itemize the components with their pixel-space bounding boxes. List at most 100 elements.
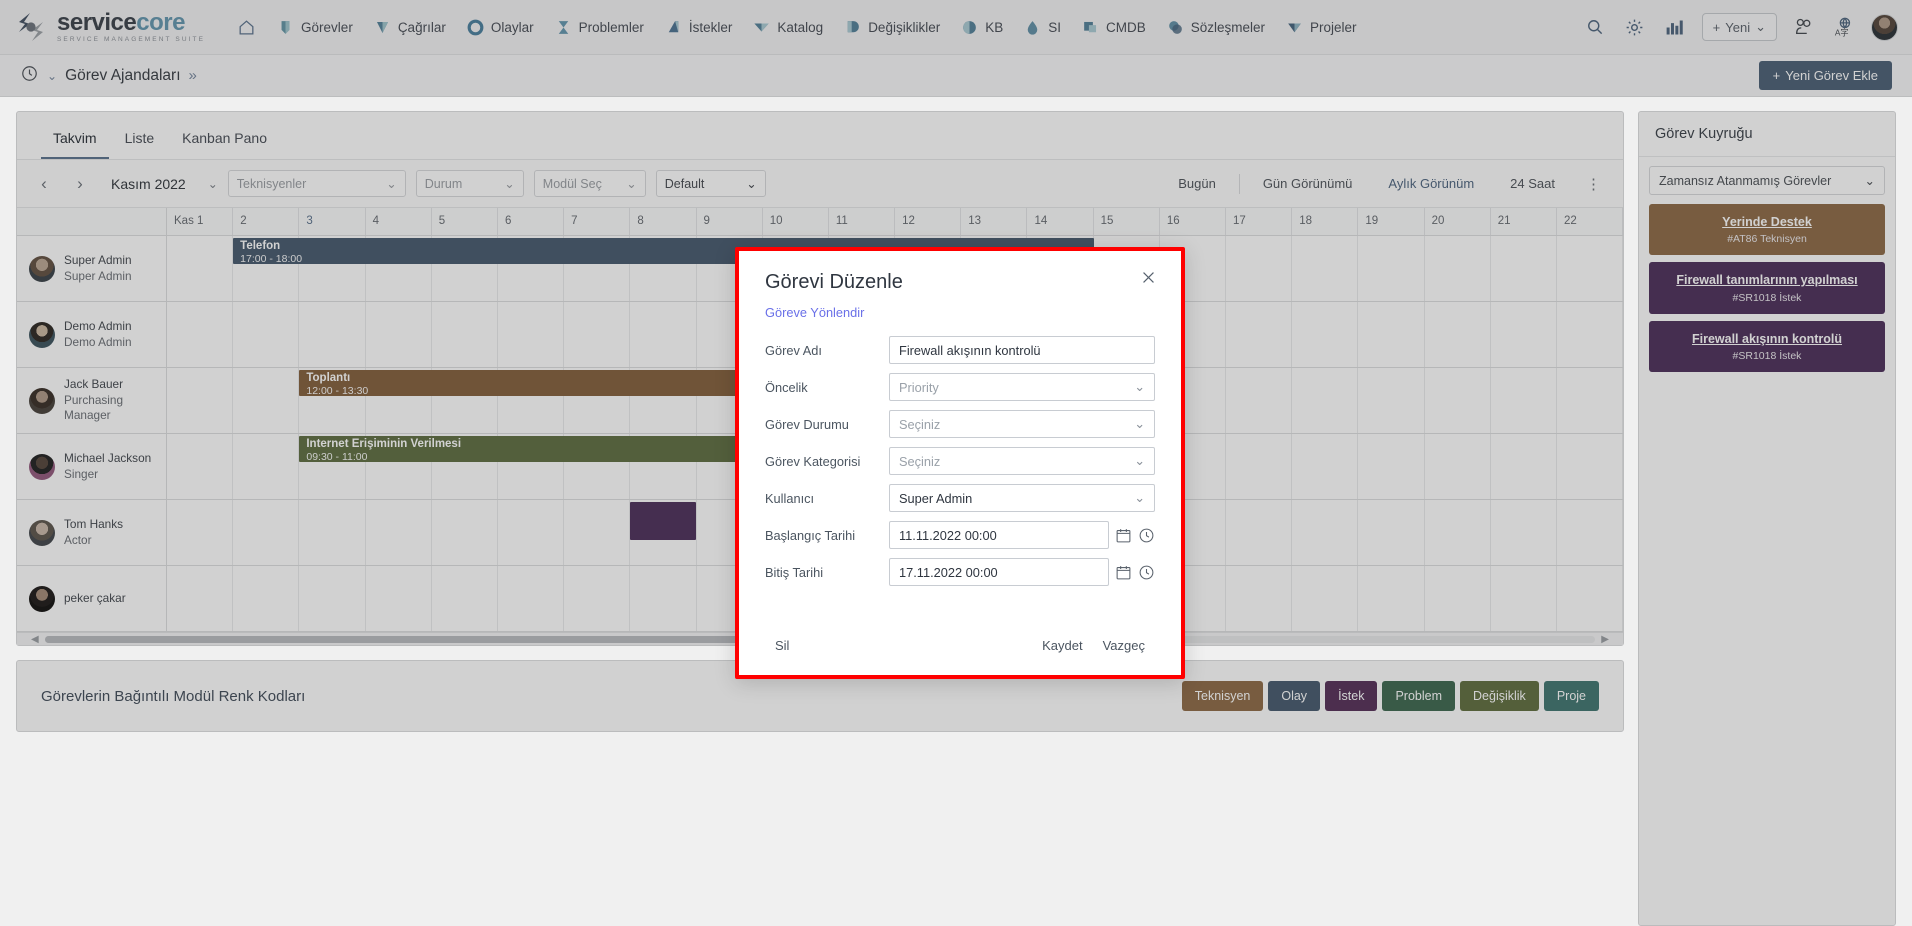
tab-kanban-pano[interactable]: Kanban Pano bbox=[170, 122, 279, 159]
resource-row[interactable]: peker çakar bbox=[17, 566, 166, 632]
calendar-cell[interactable] bbox=[1425, 368, 1491, 433]
tab-liste[interactable]: Liste bbox=[113, 122, 167, 159]
calendar-cell[interactable] bbox=[1292, 302, 1359, 367]
calendar-cell[interactable] bbox=[1491, 368, 1557, 433]
scroll-left-icon[interactable]: ◀ bbox=[31, 634, 39, 645]
legend-chip[interactable]: Değişiklik bbox=[1460, 681, 1539, 711]
day-header-cell[interactable]: 21 bbox=[1490, 208, 1557, 235]
calendar-cell[interactable] bbox=[1491, 434, 1557, 499]
save-button[interactable]: Kaydet bbox=[1032, 632, 1092, 659]
brand-logo-group[interactable]: servicecore SERVICE MANAGEMENT SUITE bbox=[14, 10, 205, 44]
calendar-cell[interactable] bbox=[1425, 500, 1491, 565]
calendar-cell[interactable] bbox=[1557, 236, 1623, 301]
calendar-cell[interactable] bbox=[299, 302, 366, 367]
calendar-cell[interactable] bbox=[299, 500, 366, 565]
queue-item[interactable]: Yerinde Destek #AT86 Teknisyen bbox=[1649, 204, 1885, 256]
task-status-select[interactable]: Seçiniz ⌄ bbox=[889, 410, 1155, 438]
start-date-input[interactable] bbox=[889, 521, 1109, 549]
calendar-cell[interactable] bbox=[498, 566, 565, 631]
avatar[interactable] bbox=[1871, 13, 1898, 41]
calendar-cell[interactable] bbox=[1491, 566, 1557, 631]
new-button[interactable]: + Yeni ⌄ bbox=[1701, 13, 1777, 41]
24-hours-button[interactable]: 24 Saat bbox=[1497, 176, 1568, 191]
calendar-cell[interactable] bbox=[498, 302, 565, 367]
calendar-cell[interactable] bbox=[630, 566, 697, 631]
add-task-button[interactable]: + Yeni Görev Ekle bbox=[1758, 61, 1892, 90]
calendar-cell[interactable] bbox=[1425, 434, 1491, 499]
day-header-cell[interactable]: 12 bbox=[895, 208, 962, 235]
assign-to-task-link[interactable]: Göreve Yönlendir bbox=[765, 305, 1155, 320]
calendar-cell[interactable] bbox=[1491, 302, 1557, 367]
calendar-cell[interactable] bbox=[1425, 566, 1491, 631]
calendar-icon[interactable] bbox=[1115, 564, 1132, 581]
calendar-cell[interactable] bbox=[1292, 566, 1359, 631]
status-filter[interactable]: Durum ⌄ bbox=[415, 170, 524, 197]
calendar-cell[interactable] bbox=[1557, 566, 1623, 631]
tab-takvim[interactable]: Takvim bbox=[41, 122, 109, 159]
calendar-cell[interactable] bbox=[233, 500, 300, 565]
calendar-cell[interactable] bbox=[167, 236, 234, 301]
resource-row[interactable]: Demo Admin Demo Admin bbox=[17, 302, 166, 368]
clock-icon[interactable] bbox=[1138, 527, 1155, 544]
prev-month-button[interactable]: ‹ bbox=[31, 171, 57, 197]
next-month-button[interactable]: › bbox=[67, 171, 93, 197]
calendar-cell[interactable] bbox=[1557, 368, 1623, 433]
module-filter[interactable]: Modül Seç ⌄ bbox=[533, 170, 646, 197]
preset-filter[interactable]: Default ⌄ bbox=[655, 170, 766, 197]
day-header-cell[interactable]: 19 bbox=[1358, 208, 1425, 235]
day-view-button[interactable]: Gün Görünümü bbox=[1250, 176, 1366, 191]
calendar-icon[interactable] bbox=[1115, 527, 1132, 544]
calendar-cell[interactable] bbox=[167, 302, 234, 367]
legend-chip[interactable]: Problem bbox=[1382, 681, 1456, 711]
day-header-cell[interactable]: 11 bbox=[828, 208, 896, 235]
gear-icon[interactable] bbox=[1622, 14, 1648, 40]
nav-item-istekler[interactable]: İstekler bbox=[654, 12, 743, 43]
nav-item-kb[interactable]: KB bbox=[950, 12, 1013, 43]
user-clock-icon[interactable] bbox=[1791, 14, 1817, 40]
nav-item-si[interactable]: SI bbox=[1013, 12, 1071, 43]
calendar-cell[interactable] bbox=[1292, 434, 1359, 499]
day-header-cell[interactable]: 13 bbox=[961, 208, 1028, 235]
calendar-cell[interactable] bbox=[1226, 434, 1293, 499]
calendar-cell[interactable] bbox=[1491, 236, 1557, 301]
calendar-cell[interactable] bbox=[564, 302, 631, 367]
day-header-cell[interactable]: 8 bbox=[630, 208, 697, 235]
expand-icon[interactable]: » bbox=[189, 67, 197, 84]
calendar-cell[interactable] bbox=[432, 566, 498, 631]
month-selector[interactable]: Kasım 2022 ⌄ bbox=[111, 176, 218, 192]
calendar-cell[interactable] bbox=[1226, 566, 1293, 631]
day-header-cell[interactable]: 4 bbox=[365, 208, 432, 235]
day-header-cell[interactable]: 10 bbox=[762, 208, 829, 235]
nav-item-cagrilar[interactable]: Çağrılar bbox=[363, 12, 456, 43]
calendar-cell[interactable] bbox=[1358, 236, 1425, 301]
calendar-cell[interactable] bbox=[432, 302, 498, 367]
day-header-cell[interactable]: 17 bbox=[1226, 208, 1293, 235]
nav-item-sozlesmeler[interactable]: Sözleşmeler bbox=[1156, 12, 1275, 43]
resource-row[interactable]: Super Admin Super Admin bbox=[17, 236, 166, 302]
calendar-cell[interactable] bbox=[564, 566, 631, 631]
day-header-cell[interactable]: 20 bbox=[1424, 208, 1491, 235]
day-header-cell[interactable]: 7 bbox=[564, 208, 631, 235]
day-header-cell[interactable]: 16 bbox=[1159, 208, 1226, 235]
calendar-cell[interactable] bbox=[1226, 302, 1293, 367]
nav-item-olaylar[interactable]: Olaylar bbox=[456, 12, 544, 43]
task-queue-filter-select[interactable]: Zamansız Atanmamış Görevler ⌄ bbox=[1649, 166, 1885, 195]
delete-button[interactable]: Sil bbox=[765, 632, 799, 659]
legend-chip[interactable]: Olay bbox=[1268, 681, 1321, 711]
day-header-cell[interactable]: 6 bbox=[497, 208, 565, 235]
calendar-cell[interactable] bbox=[366, 500, 432, 565]
task-category-select[interactable]: Seçiniz ⌄ bbox=[889, 447, 1155, 475]
resource-row[interactable]: Tom Hanks Actor bbox=[17, 500, 166, 566]
calendar-cell[interactable] bbox=[167, 434, 234, 499]
calendar-cell[interactable] bbox=[1557, 434, 1623, 499]
day-header-cell[interactable]: 3 bbox=[299, 208, 366, 235]
nav-item-katalog[interactable]: Katalog bbox=[742, 12, 833, 43]
calendar-cell[interactable] bbox=[167, 566, 234, 631]
nav-item-gorevler[interactable]: Görevler bbox=[266, 12, 363, 43]
calendar-cell[interactable] bbox=[1292, 236, 1359, 301]
calendar-cell[interactable] bbox=[366, 566, 432, 631]
priority-select[interactable]: Priority ⌄ bbox=[889, 373, 1155, 401]
calendar-cell[interactable] bbox=[233, 302, 300, 367]
nav-item-home[interactable] bbox=[227, 12, 266, 43]
legend-chip[interactable]: Proje bbox=[1543, 681, 1599, 711]
